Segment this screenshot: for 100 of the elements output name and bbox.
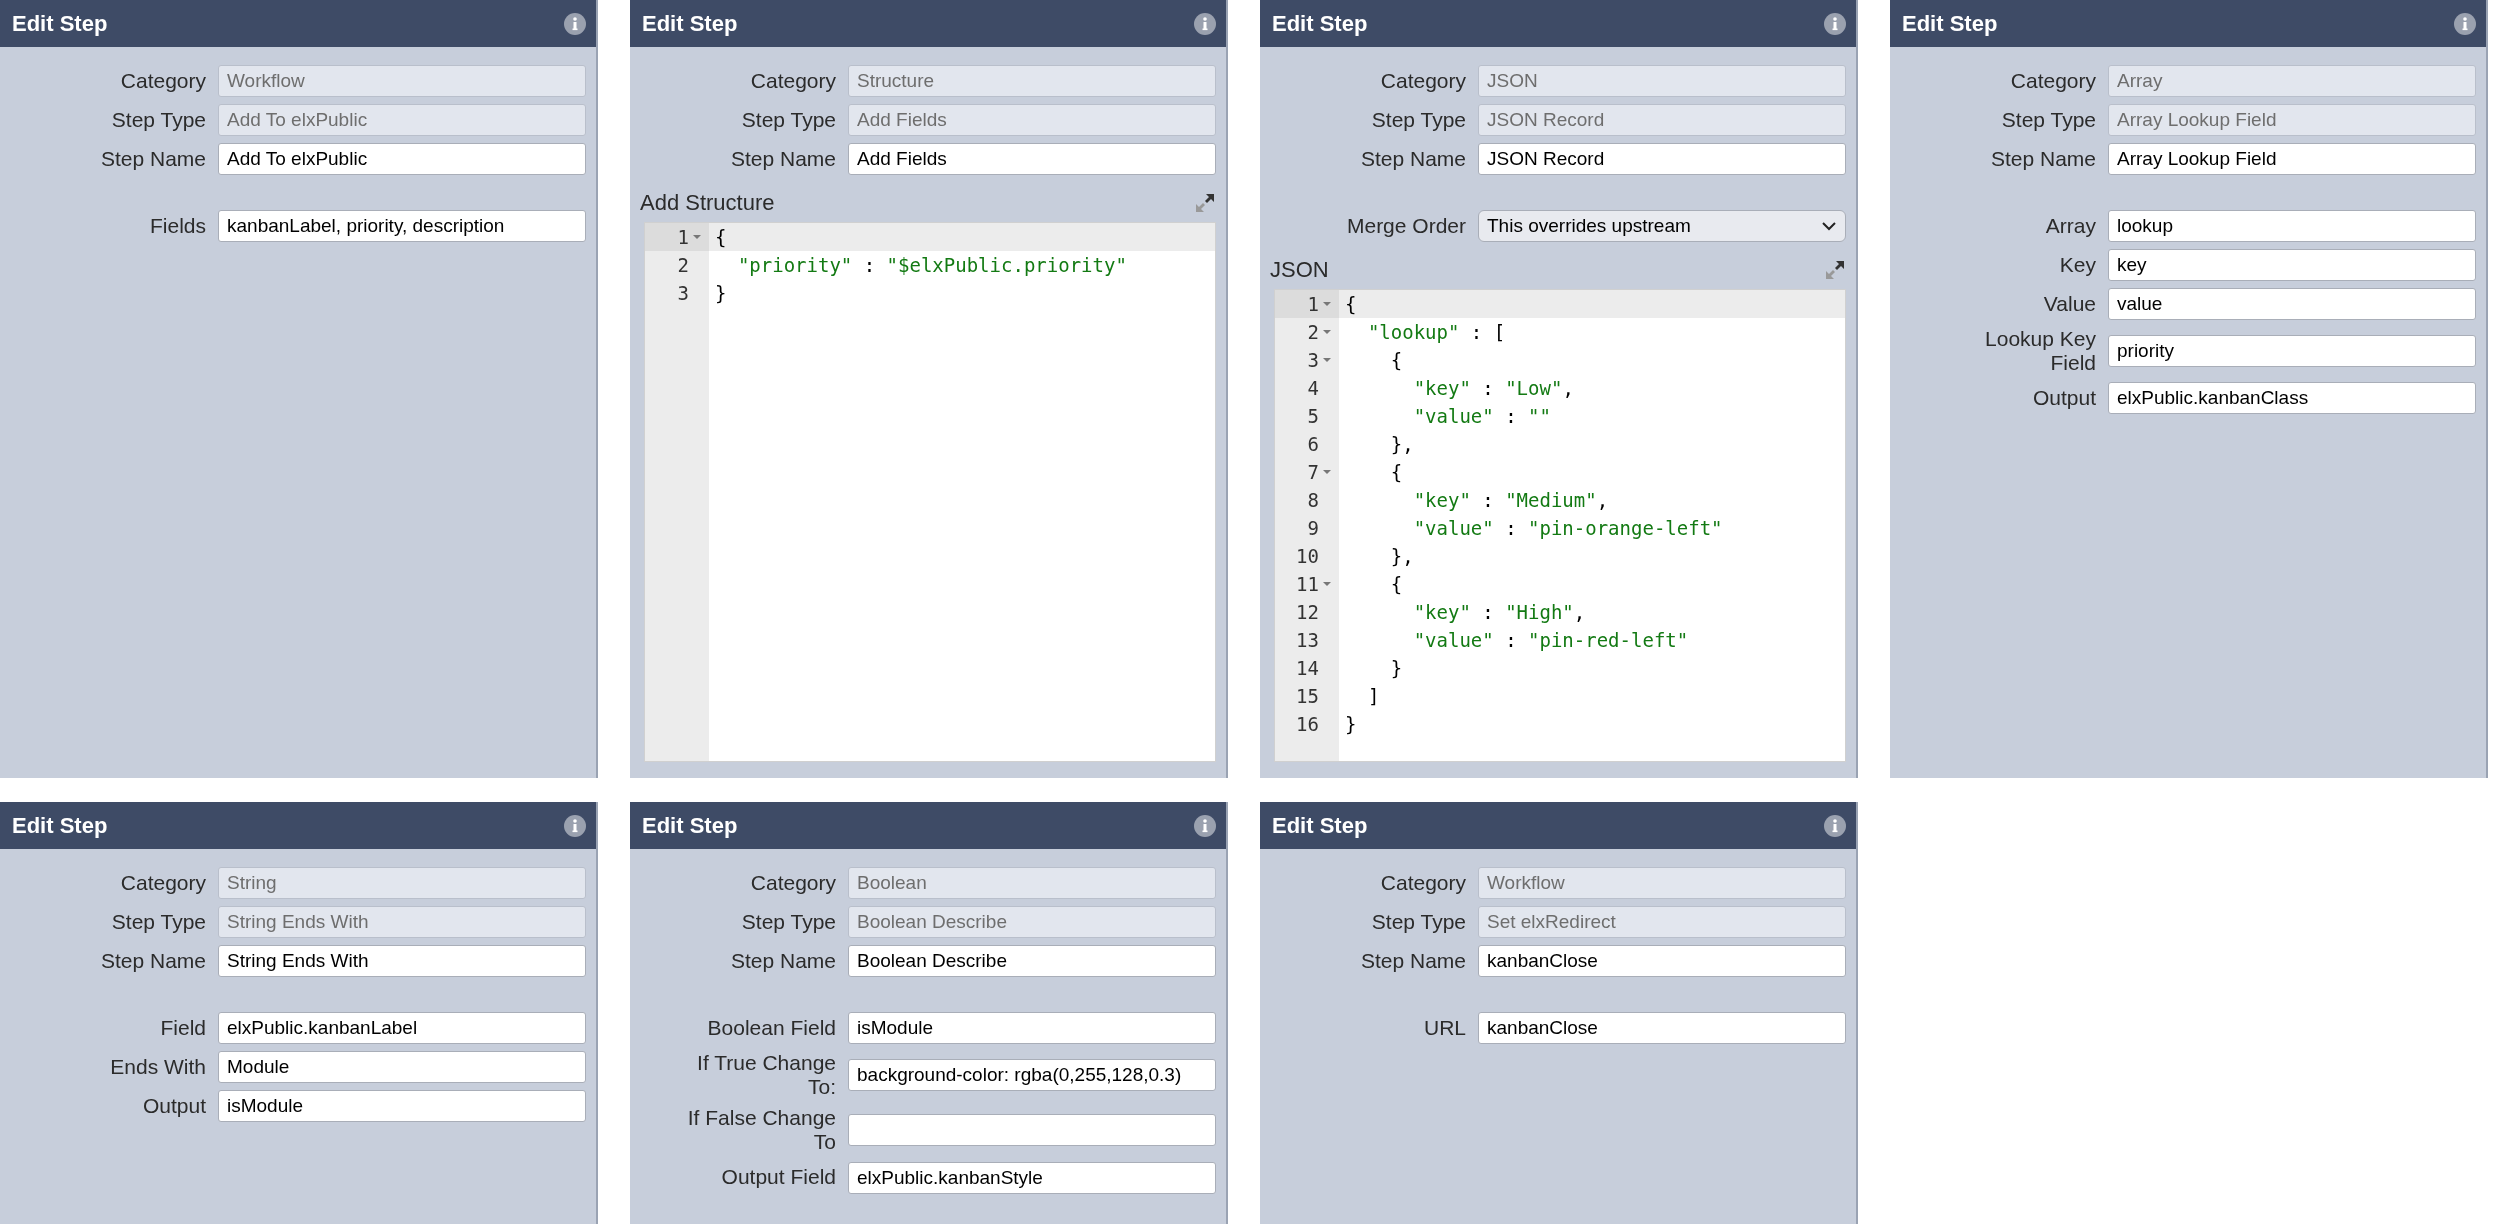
input-field[interactable]: lookup (2108, 210, 2476, 242)
field-label: Step Type (1370, 909, 1466, 935)
fold-arrow-icon[interactable] (1321, 467, 1333, 477)
input-field[interactable]: Workflow (1478, 867, 1846, 899)
field-label: If False Change To (686, 1106, 836, 1155)
field-label: Category (119, 870, 206, 896)
code-editor[interactable]: 1 2 3 4 5 6 7 8 9 10 11 12 13 14 15 16 { "lookup" : [ { "key" : "Low", "value" : "" }, { "key" : "Medium", "value" : "pin-orange-left" }, { "key" : "High", "value" : "pin-red-left" } ] } (1274, 289, 1846, 762)
field-label: Step Type (110, 909, 206, 935)
input-field[interactable]: Array Lookup Field (2108, 104, 2476, 136)
field-label: Step Name (729, 146, 836, 172)
fold-arrow-icon[interactable] (1321, 355, 1333, 365)
input-field[interactable]: elxPublic.kanbanStyle (848, 1161, 1216, 1194)
field-label: Output (2031, 386, 2096, 411)
line-number: 4 (1307, 376, 1319, 401)
field-label: Key (2058, 252, 2096, 278)
expand-icon[interactable] (1824, 259, 1846, 281)
input-field[interactable]: JSON (1478, 65, 1846, 97)
field-label: Output Field (720, 1165, 836, 1190)
input-field[interactable]: kanbanLabel, priority, description (218, 210, 586, 242)
input-field[interactable]: Module (218, 1051, 586, 1083)
field-label: Boolean Field (706, 1015, 836, 1041)
input-field[interactable]: Array Lookup Field (2108, 143, 2476, 175)
field-label: Step Name (99, 146, 206, 172)
input-field[interactable]: Boolean Describe (848, 906, 1216, 938)
line-number: 13 (1296, 628, 1319, 653)
panel-title: Edit Step (642, 10, 738, 37)
info-icon[interactable] (2454, 12, 2476, 35)
code-line: } (1389, 656, 1404, 681)
field-label: Step Name (729, 948, 836, 974)
field-label: Category (2009, 68, 2096, 94)
code-line: "priority" : "$elxPublic.priority" (736, 253, 1128, 278)
line-number: 8 (1307, 488, 1319, 513)
field-label: Fields (148, 213, 206, 239)
panel-title: Edit Step (12, 812, 108, 839)
fold-arrow-icon[interactable] (691, 232, 703, 242)
input-field[interactable]: elxPublic.kanbanClass (2108, 382, 2476, 415)
field-label: If True Change To: (696, 1051, 836, 1100)
input-field[interactable]: elxPublic.kanbanLabel (218, 1012, 586, 1044)
input-field[interactable]: JSON Record (1478, 143, 1846, 175)
code-line: } (714, 281, 728, 306)
field-label: Value (2042, 291, 2096, 317)
input-field[interactable]: background-color: rgba(0,255,128,0.3) (848, 1059, 1216, 1092)
input-field[interactable]: Array (2108, 65, 2476, 97)
info-icon[interactable] (564, 12, 586, 35)
info-icon[interactable] (1194, 814, 1216, 837)
input-field[interactable]: kanbanClose (1478, 945, 1846, 977)
input-field[interactable]: Workflow (218, 65, 586, 97)
input-field[interactable]: Set elxRedirect (1478, 906, 1846, 938)
field-label: Category (1379, 68, 1466, 94)
field-label: Ends With (109, 1054, 206, 1080)
input-field[interactable]: value (2108, 288, 2476, 320)
info-icon[interactable] (1824, 814, 1846, 837)
line-number: 15 (1296, 684, 1319, 709)
field-label: Step Type (110, 107, 206, 133)
code-line: "value" : "pin-orange-left" (1412, 516, 1724, 541)
input-field[interactable]: Add To elxPublic (218, 104, 586, 136)
line-number: 10 (1296, 544, 1319, 569)
line-number: 9 (1307, 516, 1319, 541)
field-label: Output (141, 1093, 206, 1119)
code-editor[interactable]: 1 2 3 { "priority" : "$elxPublic.priority" } (644, 222, 1216, 762)
info-icon[interactable] (564, 814, 586, 837)
input-field[interactable]: Add Fields (848, 104, 1216, 136)
input-field[interactable]: priority (2108, 335, 2476, 368)
input-field[interactable]: kanbanClose (1478, 1012, 1846, 1044)
input-field[interactable]: key (2108, 249, 2476, 281)
line-number: 16 (1296, 712, 1319, 737)
input-field[interactable]: Structure (848, 65, 1216, 97)
input-field[interactable] (848, 1114, 1216, 1147)
panel-title: Edit Step (642, 812, 738, 839)
code-line: "value" : "pin-red-left" (1412, 628, 1690, 653)
line-number: 5 (1307, 404, 1319, 429)
field-label: Merge Order (1345, 213, 1466, 239)
info-icon[interactable] (1194, 12, 1216, 35)
line-number: 6 (1307, 432, 1319, 457)
input-field[interactable]: String Ends With (218, 906, 586, 938)
code-line: "key" : "Low", (1412, 376, 1575, 401)
input-field[interactable]: String (218, 867, 586, 899)
field-label: Step Name (99, 948, 206, 974)
code-line: "value" : "" (1412, 404, 1552, 429)
code-line: "key" : "High", (1412, 600, 1587, 625)
line-number: 3 (677, 281, 689, 306)
input-field[interactable]: isModule (848, 1012, 1216, 1044)
input-field[interactable]: Add To elxPublic (218, 143, 586, 175)
input-field[interactable]: isModule (218, 1090, 586, 1122)
fold-arrow-icon[interactable] (1321, 579, 1333, 589)
expand-icon[interactable] (1194, 192, 1216, 214)
line-number: 2 (1307, 320, 1319, 345)
input-field[interactable]: Add Fields (848, 143, 1216, 175)
fold-arrow-icon[interactable] (1321, 299, 1333, 309)
input-field[interactable]: String Ends With (218, 945, 586, 977)
input-field[interactable]: JSON Record (1478, 104, 1846, 136)
info-icon[interactable] (1824, 12, 1846, 35)
fold-arrow-icon[interactable] (1321, 327, 1333, 337)
line-number: 11 (1296, 572, 1319, 597)
field-label: Lookup Key Field (1984, 327, 2096, 376)
input-field[interactable]: Boolean (848, 867, 1216, 899)
editor-label: Add Structure (640, 190, 775, 216)
line-number: 1 (1307, 292, 1319, 317)
dropdown[interactable]: This overrides upstream (1478, 210, 1846, 242)
input-field[interactable]: Boolean Describe (848, 945, 1216, 977)
